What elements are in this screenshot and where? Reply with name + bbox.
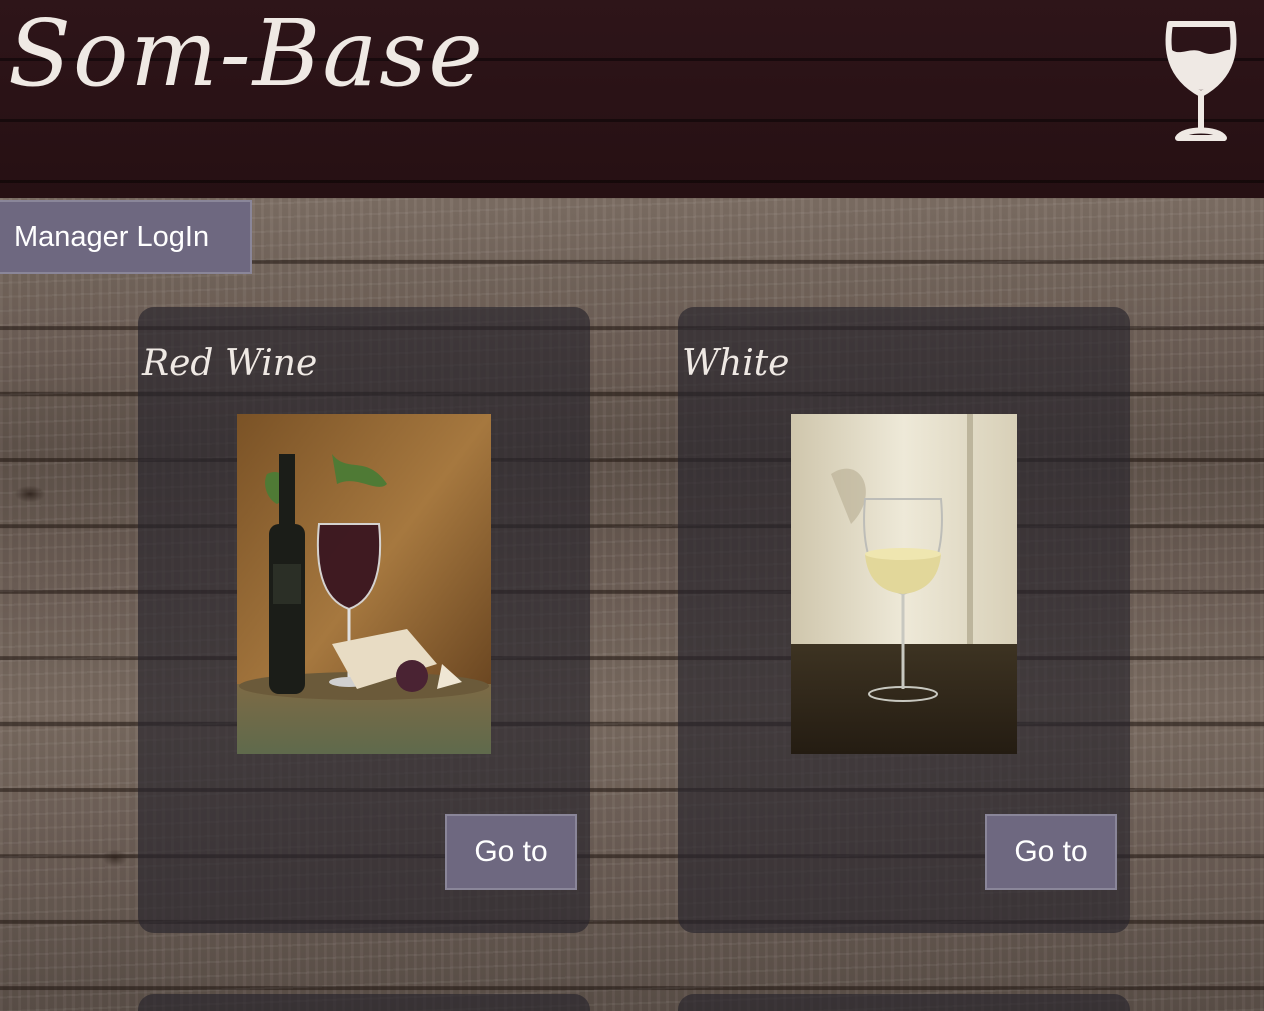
- goto-button[interactable]: Go to: [445, 814, 577, 890]
- wine-glass-icon: [1165, 21, 1237, 141]
- card-title: White: [682, 343, 790, 384]
- goto-button[interactable]: Go to: [985, 814, 1117, 890]
- red-wine-photo: [237, 414, 491, 754]
- category-card: [138, 994, 590, 1011]
- brand-title: Som-Base: [8, 0, 485, 107]
- category-card-red-wine: Red Wine Go to: [138, 307, 590, 933]
- manager-login-button[interactable]: Manager LogIn: [0, 200, 252, 274]
- site-header: Som-Base: [0, 0, 1264, 198]
- category-card-white: White Go to: [678, 307, 1130, 933]
- card-title: Red Wine: [142, 343, 318, 384]
- category-card: [678, 994, 1130, 1011]
- white-wine-photo: [791, 414, 1017, 754]
